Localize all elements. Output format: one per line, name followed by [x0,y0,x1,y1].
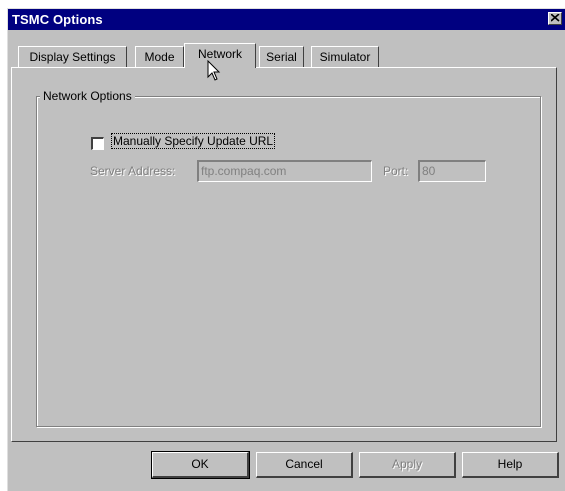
tab-simulator[interactable]: Simulator [311,46,379,67]
port-label: Port: [383,164,409,178]
tab-simulator-label: Simulator [319,50,371,64]
apply-button[interactable]: Apply [359,452,456,478]
tab-serial-label: Serial [266,50,297,64]
ok-button[interactable]: OK [151,451,250,479]
tab-display-settings[interactable]: Display Settings [18,46,127,67]
title-bar[interactable]: TSMC Options [8,9,565,30]
server-address-input[interactable]: ftp.compaq.com [197,160,372,182]
network-options-label: Network Options [40,89,135,103]
window-title: TSMC Options [12,12,103,27]
tab-mode[interactable]: Mode [135,46,184,67]
help-button[interactable]: Help [462,452,559,478]
tab-mode-label: Mode [144,50,175,64]
port-input[interactable]: 80 [418,160,486,182]
close-button[interactable] [548,12,562,25]
tab-serial[interactable]: Serial [259,46,304,67]
tab-display-settings-label: Display Settings [29,50,116,64]
tab-network-label: Network [197,47,242,61]
close-icon [551,14,560,22]
manual-url-checkbox[interactable] [91,137,104,150]
mouse-pointer-icon [207,60,221,81]
cancel-button[interactable]: Cancel [256,452,353,478]
manual-url-checkbox-label[interactable]: Manually Specify Update URL [110,133,276,149]
server-address-label: Server Address: [90,164,176,178]
